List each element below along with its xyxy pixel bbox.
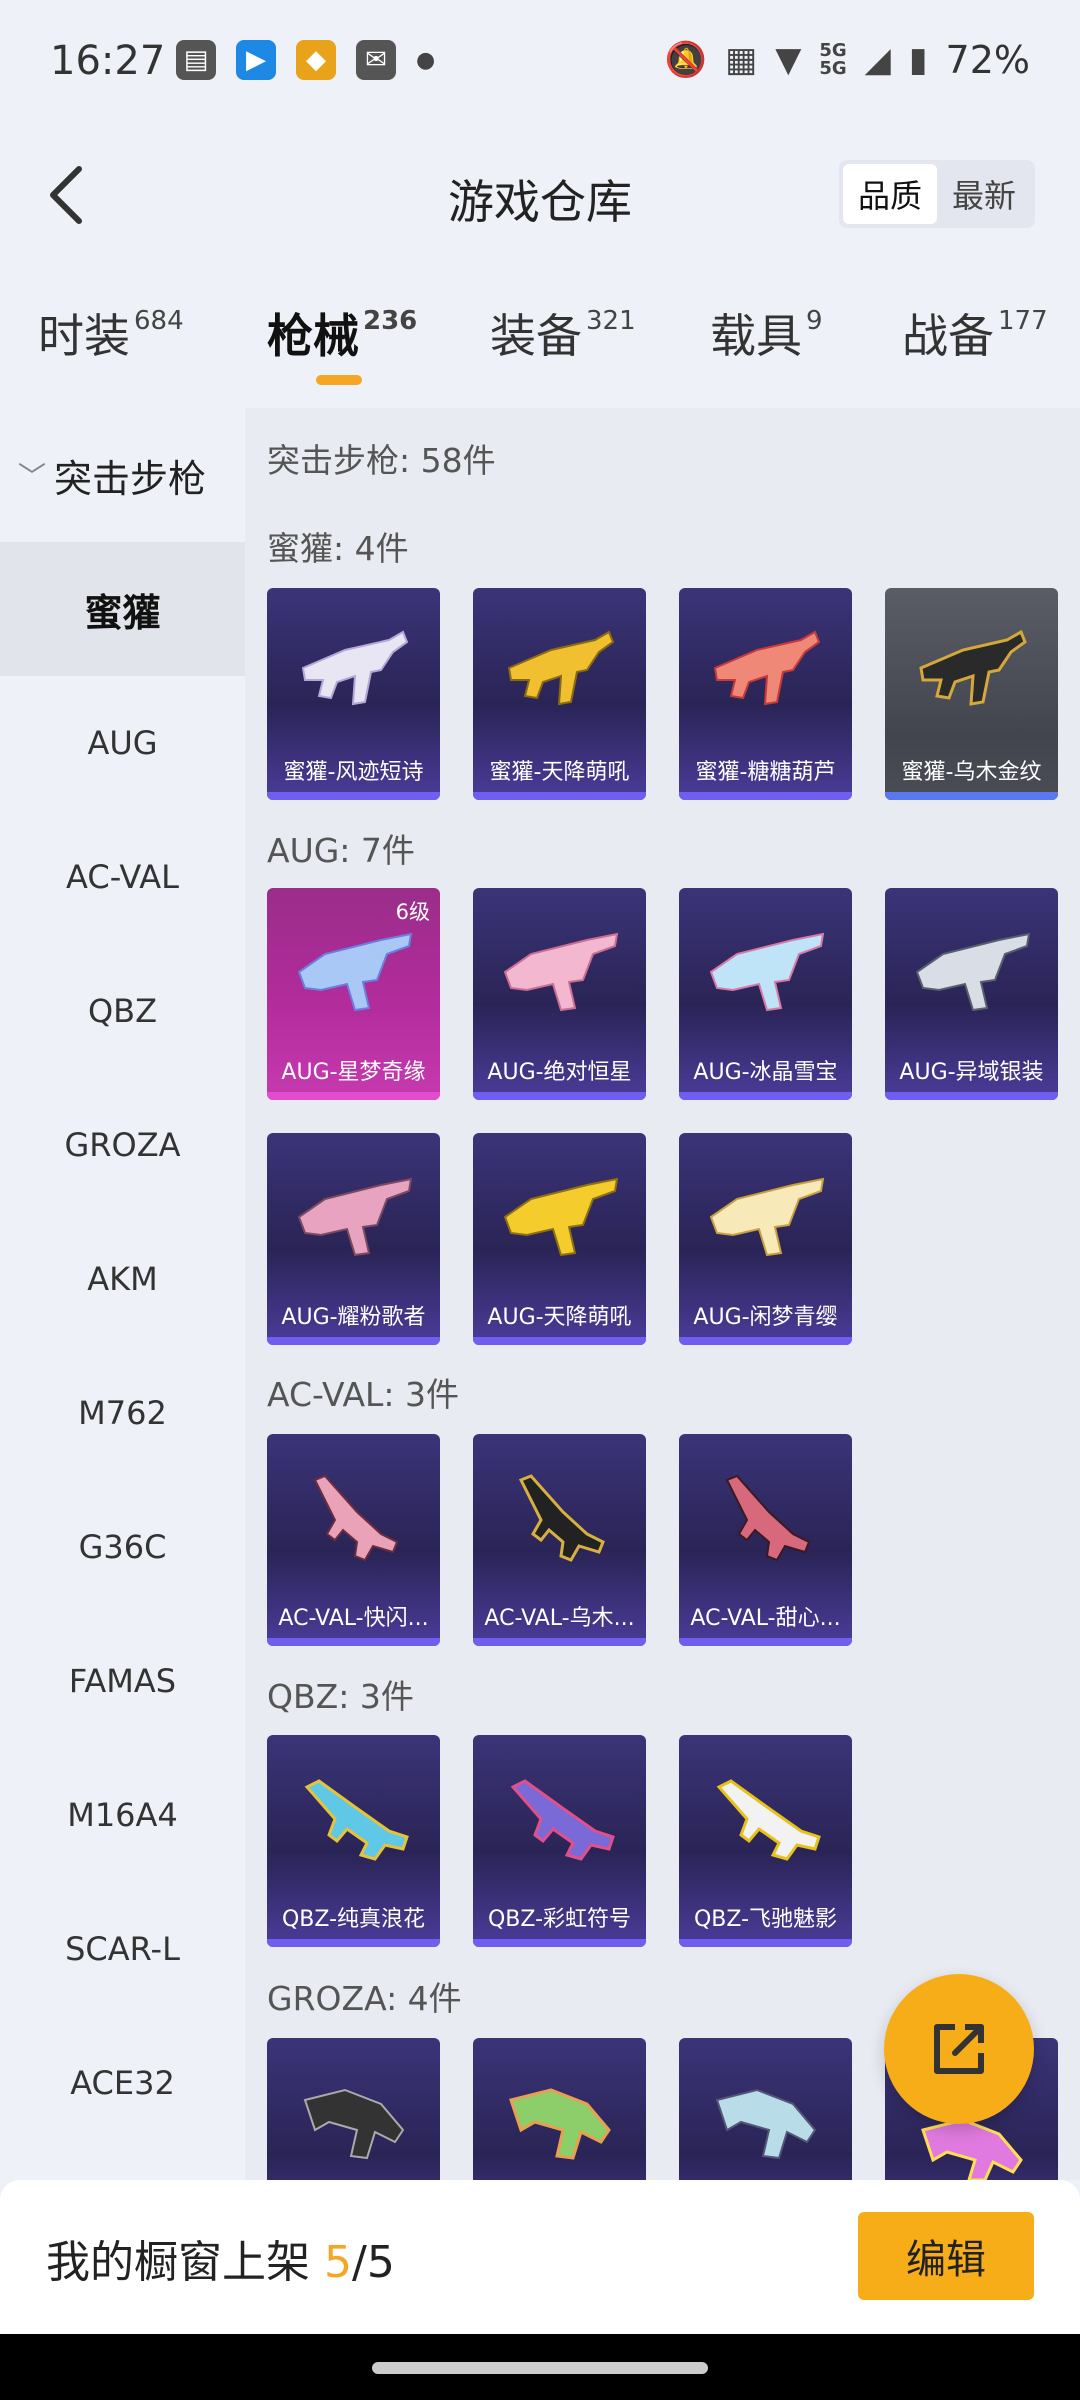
skin-card[interactable]: AC-VAL-快闪... <box>267 1434 440 1646</box>
skin-card[interactable]: AUG-绝对恒星 <box>473 888 646 1100</box>
nfc-icon: ▦ <box>725 40 758 80</box>
gun-skin-image <box>716 1779 821 1861</box>
tab-vehicles[interactable]: 载具 9 <box>710 300 823 366</box>
skin-card[interactable]: AUG-冰晶雪宝 <box>679 888 852 1100</box>
weapon-sidebar: ﹀ 突击步枪 蜜獾 AUG AC-VAL QBZ GROZA AKM M762 … <box>0 408 245 2180</box>
gun-skin-image <box>303 2088 405 2160</box>
sidebar-item-ace32[interactable]: ACE32 <box>0 2016 245 2150</box>
signal-icon: ◢ <box>864 40 891 80</box>
sort-latest-button[interactable]: 最新 <box>937 164 1031 224</box>
gun-skin-image <box>715 2088 817 2160</box>
gun-skin-image <box>509 2088 611 2160</box>
gun-skin-image <box>507 630 615 706</box>
skin-card[interactable]: AUG-异域银装 <box>885 888 1058 1100</box>
tab-battle-prep[interactable]: 战备 177 <box>902 300 1048 366</box>
skin-card[interactable]: QBZ-彩虹符号 <box>473 1735 646 1947</box>
status-time: 16:27 <box>50 38 166 84</box>
sort-quality-button[interactable]: 品质 <box>843 164 937 224</box>
sidebar-item-g36c[interactable]: G36C <box>0 1480 245 1614</box>
gun-skin-image <box>297 1177 413 1257</box>
section-title: QBZ: 3件 <box>267 1677 414 1716</box>
gun-skin-image <box>915 932 1031 1012</box>
skin-card[interactable] <box>473 2038 646 2180</box>
network-5g-icon: 5G 5G <box>819 40 847 79</box>
category-total: 突击步枪: 58件 <box>267 441 496 480</box>
showcase-bar: 我的橱窗上架 5/5 编辑 <box>0 2180 1080 2334</box>
gun-skin-image <box>709 1177 825 1257</box>
skin-card[interactable]: QBZ-飞驰魅影 <box>679 1735 852 1947</box>
skin-card[interactable] <box>267 2038 440 2180</box>
status-bar: 16:27 ▤ ▶ ◆ ✉ ● 🔕 ▦ ▼ 5G 5G ◢ ▮ 72% <box>0 0 1080 130</box>
mail-icon: ✉ <box>356 40 396 80</box>
sidebar-item-groza[interactable]: GROZA <box>0 1078 245 1212</box>
app-icon: ▶ <box>236 40 276 80</box>
section-title: AUG: 7件 <box>267 831 415 870</box>
gun-skin-image <box>713 630 821 706</box>
gun-skin-image <box>503 932 619 1012</box>
gun-skin-image <box>919 629 1027 706</box>
skin-card[interactable]: 蜜獾-糖糖葫芦 <box>679 588 852 800</box>
skin-card[interactable]: AUG-天降萌吼 <box>473 1133 646 1345</box>
sidebar-item-akm[interactable]: AKM <box>0 1212 245 1346</box>
system-status: 🔕 ▦ ▼ 5G 5G ◢ ▮ 72% <box>665 38 1030 82</box>
skin-card[interactable]: 蜜獾-风迹短诗 <box>267 588 440 800</box>
game-app-icon: ◆ <box>296 40 336 80</box>
gun-skin-image <box>301 630 409 706</box>
battery-level: 72% <box>945 38 1030 82</box>
skin-card[interactable]: 蜜獾-乌木金纹 <box>885 588 1058 800</box>
gun-skin-image <box>313 1474 399 1562</box>
skin-card[interactable]: 6级 AUG-星梦奇缘 <box>267 888 440 1100</box>
skin-card[interactable]: AC-VAL-甜心... <box>679 1434 852 1646</box>
sort-toggle: 品质 最新 <box>839 160 1035 228</box>
gun-skin-image <box>709 932 825 1012</box>
chevron-down-icon: ﹀ <box>18 460 47 493</box>
skin-card[interactable]: 蜜獾-天降萌吼 <box>473 588 646 800</box>
section-title: 蜜獾: 4件 <box>267 529 409 568</box>
active-tab-indicator <box>316 375 362 385</box>
gun-skin-image <box>725 1474 811 1562</box>
edit-button[interactable]: 编辑 <box>858 2212 1034 2300</box>
sidebar-item-ac-val[interactable]: AC-VAL <box>0 810 245 944</box>
message-icon: ▤ <box>176 40 216 80</box>
mute-icon: 🔕 <box>664 40 708 80</box>
share-fab-button[interactable] <box>884 1974 1034 2124</box>
notification-icons: ▤ ▶ ◆ ✉ ● <box>176 40 435 80</box>
skin-card[interactable] <box>679 2038 852 2180</box>
tab-equipment[interactable]: 装备 321 <box>490 300 636 366</box>
home-gesture-handle[interactable] <box>372 2362 708 2374</box>
category-tabs: 时装 684 枪械 236 装备 321 载具 9 战备 177 <box>0 300 1080 390</box>
sidebar-item-scar-l[interactable]: SCAR-L <box>0 1882 245 2016</box>
skin-card[interactable]: QBZ-纯真浪花 <box>267 1735 440 1947</box>
sidebar-item-aug[interactable]: AUG <box>0 676 245 810</box>
skin-card[interactable]: AC-VAL-乌木... <box>473 1434 646 1646</box>
tab-guns[interactable]: 枪械 236 <box>267 300 417 366</box>
gun-skin-image <box>503 1177 619 1257</box>
showcase-status: 我的橱窗上架 5/5 <box>46 2237 395 2288</box>
external-link-icon <box>934 2024 984 2074</box>
section-title: AC-VAL: 3件 <box>267 1375 460 1414</box>
gun-skin-image <box>297 932 413 1012</box>
sidebar-item-honey-badger[interactable]: 蜜獾 <box>0 542 245 676</box>
gun-skin-image <box>510 1779 615 1861</box>
wifi-icon: ▼ <box>775 40 802 80</box>
system-nav-bar <box>0 2334 1080 2400</box>
sidebar-group-assault-rifle[interactable]: ﹀ 突击步枪 <box>0 408 245 542</box>
gun-skin-image <box>518 1474 605 1562</box>
skin-card[interactable]: AUG-闲梦青缨 <box>679 1133 852 1345</box>
more-dot-icon: ● <box>416 47 436 73</box>
section-title: GROZA: 4件 <box>267 1979 462 2018</box>
sidebar-item-qbz[interactable]: QBZ <box>0 944 245 1078</box>
tab-fashion[interactable]: 时装 684 <box>38 300 184 366</box>
sidebar-item-m762[interactable]: M762 <box>0 1346 245 1480</box>
skin-grid: 突击步枪: 58件 蜜獾: 4件 蜜獾-风迹短诗 蜜獾-天降萌吼 蜜獾-糖糖葫芦… <box>245 408 1080 2180</box>
sidebar-item-m16a4[interactable]: M16A4 <box>0 1748 245 1882</box>
sidebar-item-famas[interactable]: FAMAS <box>0 1614 245 1748</box>
header: 游戏仓库 品质 最新 <box>0 130 1080 260</box>
skin-card[interactable]: AUG-耀粉歌者 <box>267 1133 440 1345</box>
gun-skin-image <box>304 1779 409 1861</box>
battery-icon: ▮ <box>908 40 928 80</box>
